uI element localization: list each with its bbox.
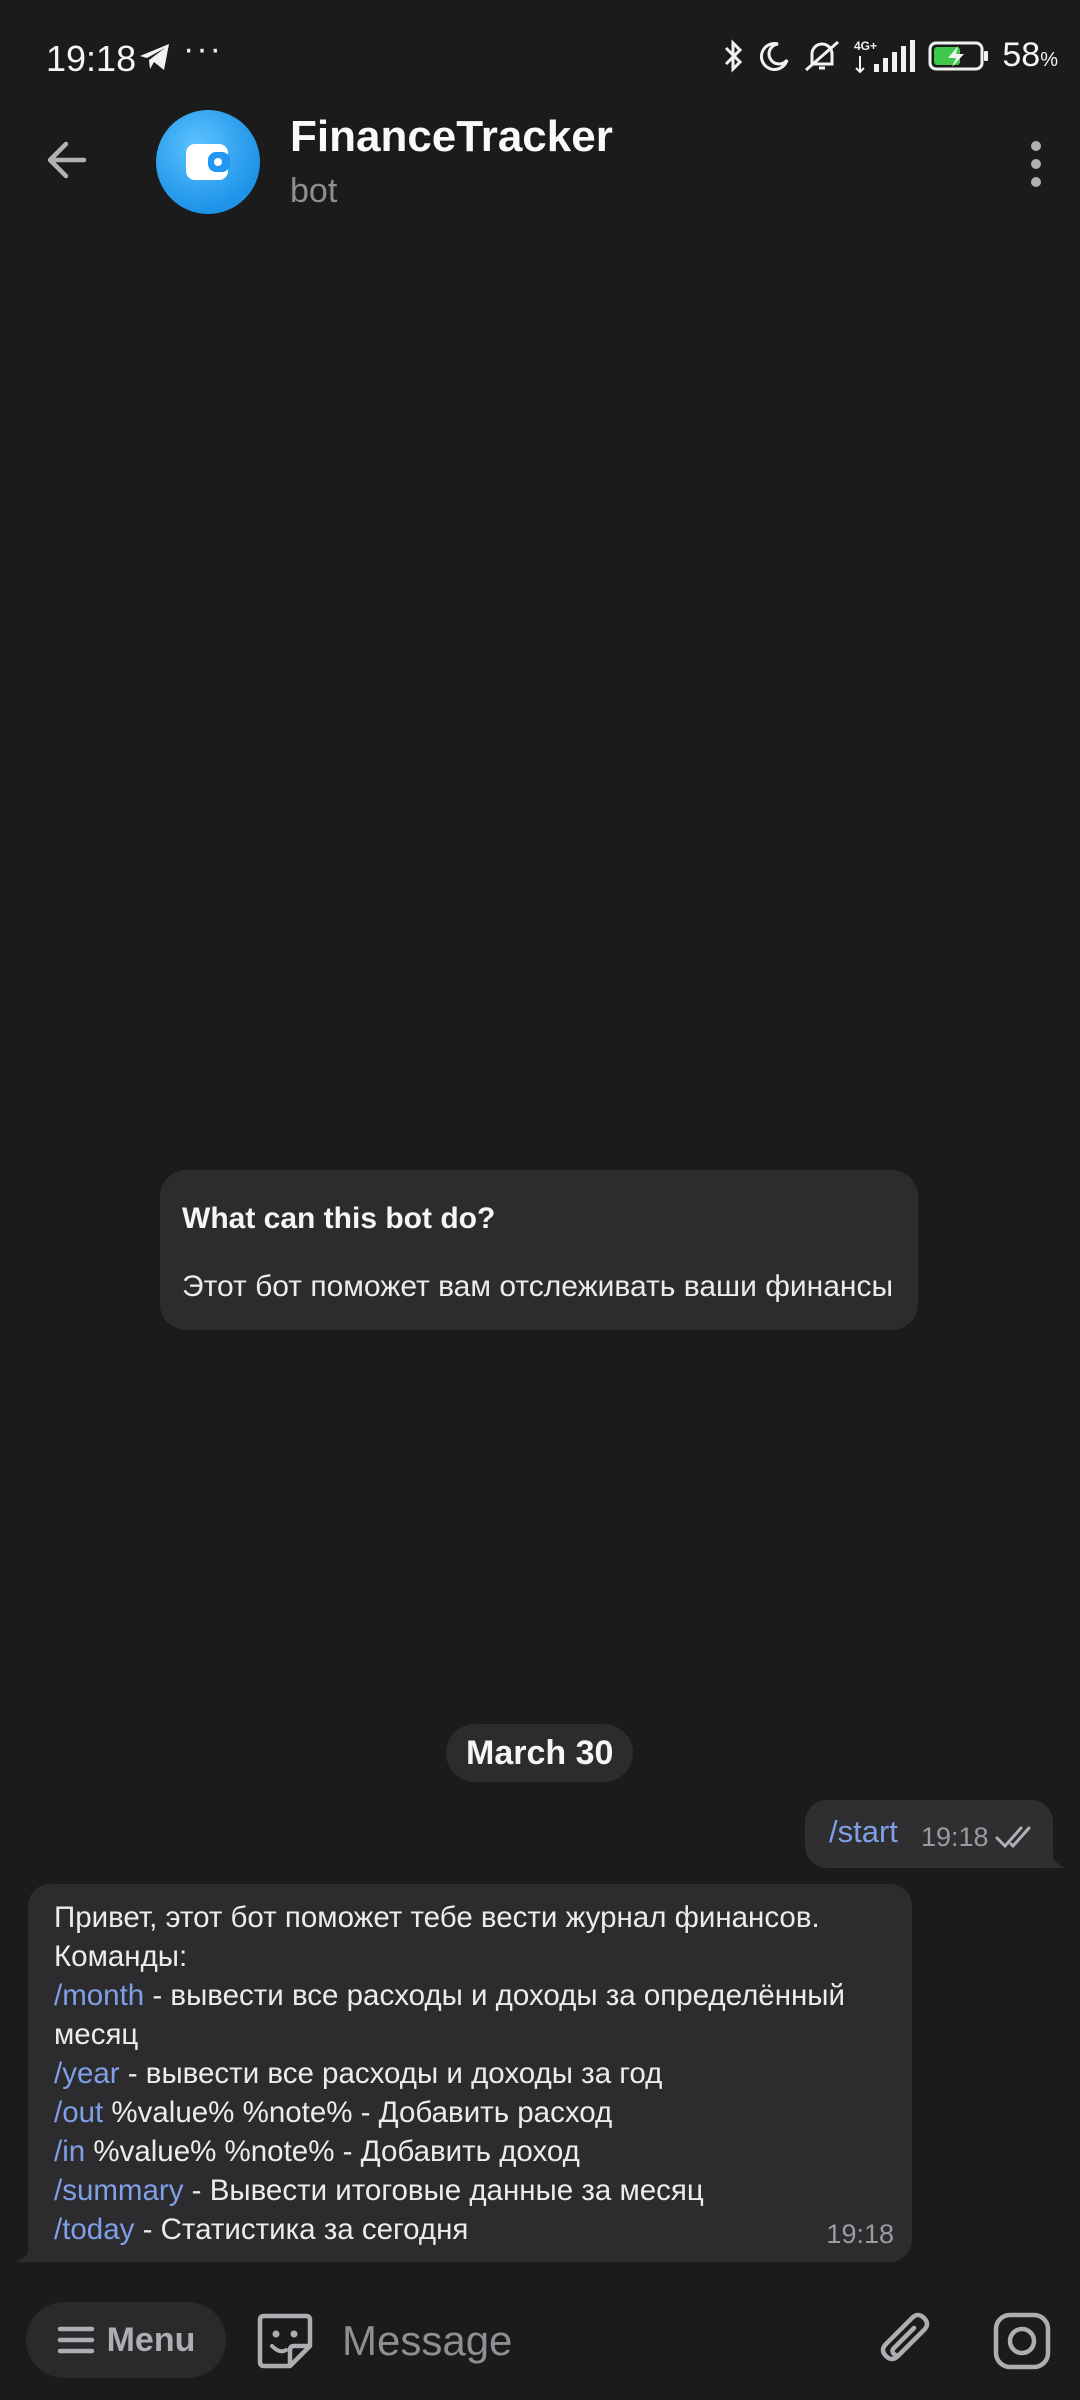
menu-label: Menu [106,2320,196,2359]
command-description: - вывести все расходы и доходы за опреде… [144,1979,845,2012]
command-description: - Статистика за сегодня [134,2213,469,2246]
bot-info-text: Этот бот поможет вам отслеживать ваши фи… [182,1270,894,1303]
date-separator: March 30 [446,1724,634,1782]
avatar[interactable] [156,110,260,214]
command-row: /year - вывести все расходы и доходы за … [54,2054,886,2093]
sticker-icon [257,2313,313,2369]
chat-subtitle: bot [290,172,338,210]
bluetooth-icon [722,38,746,74]
message-line: Привет, этот бот поможет тебе вести журн… [54,1901,820,1934]
status-time: 19:18 [46,38,137,79]
status-bar: 19:18 ··· 4G+ 58% [0,0,1080,120]
message-input[interactable] [340,2308,844,2374]
menu-icon [57,2326,94,2354]
command-description: - Вывести итоговые данные за месяц [183,2174,704,2207]
command-link[interactable]: /summary [54,2174,183,2207]
more-notifications-indicator: ··· [183,30,223,68]
command-description: - вывести все расходы и доходы за год [119,2057,663,2090]
command-link[interactable]: /year [54,2057,120,2090]
double-check-icon [995,1824,1039,1855]
battery-percent: 58% [1002,36,1058,74]
message-composer: Menu [0,2300,1080,2400]
camera-button[interactable] [992,2310,1052,2372]
command-link[interactable]: /out [54,2096,103,2129]
command-link[interactable]: /in [54,2135,85,2168]
more-options-button[interactable] [1016,136,1056,192]
incoming-message[interactable]: Привет, этот бот поможет тебе вести журн… [28,1884,912,2262]
chat-title[interactable]: FinanceTracker [290,112,613,162]
command-row: /month - вывести все расходы и доходы за… [54,1976,886,2015]
outgoing-message[interactable]: /start 19:18 [805,1800,1053,1868]
more-vertical-icon [1031,141,1041,187]
bubble-tail [14,2246,32,2262]
battery-charging-icon [928,40,990,72]
chat-header: FinanceTracker bot [0,110,1080,220]
command-link[interactable]: /today [54,2213,134,2246]
command-row-continuation: месяц [54,2018,139,2051]
message-line: Команды: [54,1940,188,1973]
silent-bell-icon [802,38,842,74]
command-link[interactable]: /month [54,1979,144,2012]
bot-info-title: What can this bot do? [182,1202,496,1235]
svg-text:4G+: 4G+ [854,39,877,53]
attach-button[interactable] [876,2310,936,2372]
moon-icon [758,40,790,72]
signal-4g-icon: 4G+ [854,38,916,74]
command-row: /in %value% %note% - Добавить доход [54,2132,886,2171]
command-description: %value% %note% - Добавить расход [103,2096,613,2129]
telegram-icon [138,42,172,77]
status-icons: 4G+ 58% [722,36,1058,75]
command-row: /today - Статистика за сегодня [54,2210,886,2249]
command-row: /summary - Вывести итоговые данные за ме… [54,2171,886,2210]
sticker-button[interactable] [254,2310,316,2372]
back-button[interactable] [40,132,96,188]
bot-info-card: What can this bot do? Этот бот поможет в… [160,1170,918,1330]
bubble-tail [1050,1852,1066,1868]
paperclip-icon [880,2312,930,2362]
message-time: 19:18 [921,1822,989,1852]
command-description: %value% %note% - Добавить доход [85,2135,580,2168]
message-command-link[interactable]: /start [829,1814,898,1850]
wallet-icon [186,144,230,180]
arrow-left-icon [47,141,87,179]
camera-icon [993,2312,1051,2370]
menu-button[interactable]: Menu [26,2302,226,2378]
message-time: 19:18 [826,2219,894,2249]
command-row: /out %value% %note% - Добавить расход [54,2093,886,2132]
